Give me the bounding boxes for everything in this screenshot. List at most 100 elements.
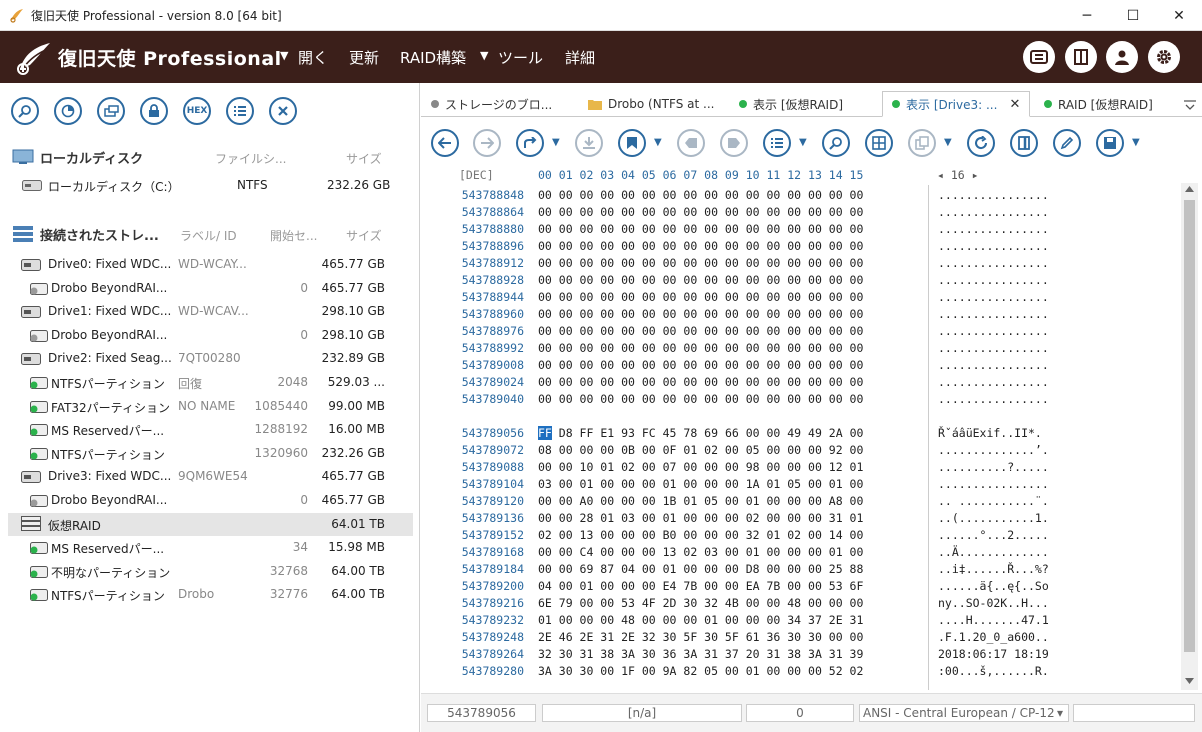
save-dropdown-icon[interactable]: ▼: [1132, 137, 1140, 148]
tab-view-drive3[interactable]: 表示 [Drive3: ... ✕: [882, 91, 1030, 117]
hex-ascii[interactable]: ..i‡......Ř...%?: [938, 562, 1049, 576]
copy-dropdown-icon[interactable]: ▼: [944, 137, 952, 148]
hex-bytes[interactable]: 32 30 31 38 3A 30 36 3A 31 37 20 31 38 3…: [538, 647, 863, 661]
hex-ascii[interactable]: .F.1.20_0_a600..: [938, 630, 1049, 644]
hex-bytes[interactable]: 08 00 00 00 0B 00 0F 01 02 00 05 00 00 0…: [538, 443, 863, 457]
menu-raid-build[interactable]: RAID構築: [400, 47, 466, 68]
panel-button[interactable]: [1010, 129, 1038, 157]
tab-storage-browser[interactable]: ストレージのブロ...: [431, 91, 552, 117]
hex-row[interactable]: 543789040 00 00 00 00 00 00 00 00 00 00 0…: [421, 392, 1181, 409]
hex-row[interactable]: 543788976 00 00 00 00 00 00 00 00 00 00 0…: [421, 324, 1181, 341]
bookmark-dropdown-icon[interactable]: ▼: [654, 137, 662, 148]
storage-row[interactable]: NTFSパーティション 1320960 232.26 GB: [8, 442, 413, 465]
hex-row[interactable]: 543789184 00 00 69 87 04 00 01 00 00 00 D…: [421, 562, 1181, 579]
local-disk-row[interactable]: ローカルディスク（C:） NTFS 232.26 GB: [8, 174, 413, 197]
storage-row[interactable]: Drobo BeyondRAI... 0 465.77 GB: [8, 277, 413, 300]
menu-details[interactable]: 詳細: [565, 47, 595, 68]
hex-ascii[interactable]: ................: [938, 188, 1049, 202]
hex-ascii[interactable]: ................: [938, 307, 1049, 321]
account-button[interactable]: [1106, 41, 1138, 73]
maximize-button[interactable]: ☐: [1110, 0, 1156, 31]
tools-dropdown-icon[interactable]: ▼: [480, 49, 488, 62]
hex-row[interactable]: 543788928 00 00 00 00 00 00 00 00 00 00 0…: [421, 273, 1181, 290]
hex-bytes[interactable]: FF D8 FF E1 93 FC 45 78 69 66 00 00 49 4…: [538, 426, 863, 440]
hex-bytes[interactable]: 00 00 00 00 00 00 00 00 00 00 00 00 00 0…: [538, 222, 863, 236]
col-label-id[interactable]: ラベル/ ID: [180, 227, 237, 244]
hex-bytes[interactable]: 02 00 13 00 00 00 B0 00 00 00 32 01 02 0…: [538, 528, 863, 542]
hex-row[interactable]: 543789280 3A 30 30 00 1F 00 9A 82 05 00 0…: [421, 664, 1181, 681]
log-button[interactable]: [1023, 41, 1055, 73]
hex-view[interactable]: 543788848 00 00 00 00 00 00 00 00 00 00 0…: [421, 188, 1181, 681]
hex-ascii[interactable]: ŘˇáâüExif..II*.: [938, 426, 1042, 440]
hex-ascii[interactable]: ny..SO-02K..H...: [938, 596, 1049, 610]
close-window-button[interactable]: ✕: [1156, 0, 1202, 31]
hex-row[interactable]: 543789104 03 00 01 00 00 00 01 00 00 00 1…: [421, 477, 1181, 494]
scrollbar-thumb[interactable]: [1184, 200, 1195, 652]
hex-ascii[interactable]: ..(...........1.: [938, 511, 1049, 525]
prev-bookmark-button[interactable]: [677, 129, 705, 157]
hex-row[interactable]: 543789136 00 00 28 01 03 00 01 00 00 00 0…: [421, 511, 1181, 528]
hex-ascii[interactable]: ................: [938, 239, 1049, 253]
hex-bytes[interactable]: 04 00 01 00 00 00 E4 7B 00 00 EA 7B 00 0…: [538, 579, 863, 593]
hex-row[interactable]: 543788896 00 00 00 00 00 00 00 00 00 00 0…: [421, 239, 1181, 256]
copy-button[interactable]: [908, 129, 936, 157]
hex-bytes[interactable]: 00 00 C4 00 00 00 13 02 03 00 01 00 00 0…: [538, 545, 863, 559]
find-button[interactable]: [822, 129, 850, 157]
hex-bytes[interactable]: 6E 79 00 00 53 4F 2D 30 32 4B 00 00 48 0…: [538, 596, 863, 610]
hex-bytes[interactable]: 00 00 A0 00 00 00 1B 01 05 00 01 00 00 0…: [538, 494, 863, 508]
col-size[interactable]: サイズ: [346, 150, 382, 167]
hex-bytes[interactable]: 3A 30 30 00 1F 00 9A 82 05 00 01 00 00 0…: [538, 664, 863, 678]
hex-row[interactable]: 543788960 00 00 00 00 00 00 00 00 00 00 0…: [421, 307, 1181, 324]
layout-button[interactable]: [865, 129, 893, 157]
bytes-per-row-control[interactable]: ◂ 16 ▸: [937, 168, 979, 182]
hex-bytes[interactable]: 00 00 00 00 00 00 00 00 00 00 00 00 00 0…: [538, 205, 863, 219]
scan-button[interactable]: [54, 97, 82, 125]
storage-row[interactable]: Drive3: Fixed WDC... 9QM6WE54 465.77 GB: [8, 465, 413, 488]
hex-bytes[interactable]: 00 00 28 01 03 00 01 00 00 00 02 00 00 0…: [538, 511, 863, 525]
menu-refresh[interactable]: 更新: [349, 47, 379, 68]
hex-bytes[interactable]: 00 00 00 00 00 00 00 00 00 00 00 00 00 0…: [538, 307, 863, 321]
hex-ascii[interactable]: ................: [938, 222, 1049, 236]
hex-row[interactable]: 543789152 02 00 13 00 00 00 B0 00 00 00 3…: [421, 528, 1181, 545]
hex-ascii[interactable]: ................: [938, 477, 1049, 491]
hex-ascii[interactable]: ................: [938, 375, 1049, 389]
hex-bytes[interactable]: 00 00 00 00 00 00 00 00 00 00 00 00 00 0…: [538, 239, 863, 253]
scroll-down-icon[interactable]: [1185, 678, 1194, 684]
download-button[interactable]: [575, 129, 603, 157]
edit-button[interactable]: [1053, 129, 1081, 157]
hex-ascii[interactable]: ................: [938, 392, 1049, 406]
hex-bytes[interactable]: 00 00 00 00 00 00 00 00 00 00 00 00 00 0…: [538, 324, 863, 338]
forward-button[interactable]: [473, 129, 501, 157]
hex-row[interactable]: 543789056 FF D8 FF E1 93 FC 45 78 69 66 0…: [421, 426, 1181, 443]
hex-bytes[interactable]: 00 00 00 00 00 00 00 00 00 00 00 00 00 0…: [538, 290, 863, 304]
bookmark-button[interactable]: [618, 129, 646, 157]
hex-bytes[interactable]: 00 00 00 00 00 00 00 00 00 00 00 00 00 0…: [538, 375, 863, 389]
tab-view-virtual-raid[interactable]: 表示 [仮想RAID]: [739, 91, 843, 117]
hex-ascii[interactable]: ................: [938, 256, 1049, 270]
reload-button[interactable]: [967, 129, 995, 157]
settings-button[interactable]: [1148, 41, 1180, 73]
hex-button[interactable]: HEX: [183, 97, 211, 125]
next-bookmark-button[interactable]: [720, 129, 748, 157]
storage-row[interactable]: FAT32パーティション NO NAME 1085440 99.00 MB: [8, 395, 413, 418]
hex-row[interactable]: 543788944 00 00 00 00 00 00 00 00 00 00 0…: [421, 290, 1181, 307]
tab-overflow-icon[interactable]: [1184, 100, 1196, 110]
minimize-button[interactable]: ─: [1064, 0, 1110, 31]
hex-row[interactable]: 543789264 32 30 31 38 3A 30 36 3A 31 37 2…: [421, 647, 1181, 664]
hex-ascii[interactable]: ......°...2.....: [938, 528, 1049, 542]
panel-toggle-button[interactable]: [1065, 41, 1097, 73]
storage-row[interactable]: Drobo BeyondRAI... 0 298.10 GB: [8, 324, 413, 347]
hex-row[interactable]: 543788880 00 00 00 00 00 00 00 00 00 00 0…: [421, 222, 1181, 239]
hex-bytes[interactable]: 00 00 69 87 04 00 01 00 00 00 D8 00 00 0…: [538, 562, 863, 576]
close-storage-button[interactable]: [269, 97, 297, 125]
goto-dropdown-icon[interactable]: ▼: [552, 137, 560, 148]
encoding-select[interactable]: ANSI - Central European / CP-12 ▾: [859, 704, 1069, 722]
hex-row[interactable]: 543789072 08 00 00 00 0B 00 0F 01 02 00 0…: [421, 443, 1181, 460]
save-button[interactable]: [1096, 129, 1124, 157]
hex-cursor-byte[interactable]: FF: [538, 426, 552, 440]
search-button[interactable]: [11, 97, 39, 125]
hex-row[interactable]: 543789248 2E 46 2E 31 2E 32 30 5F 30 5F 6…: [421, 630, 1181, 647]
lock-button[interactable]: [140, 97, 168, 125]
hex-ascii[interactable]: ................: [938, 290, 1049, 304]
storage-row[interactable]: MS Reservedパー... 1288192 16.00 MB: [8, 418, 413, 441]
